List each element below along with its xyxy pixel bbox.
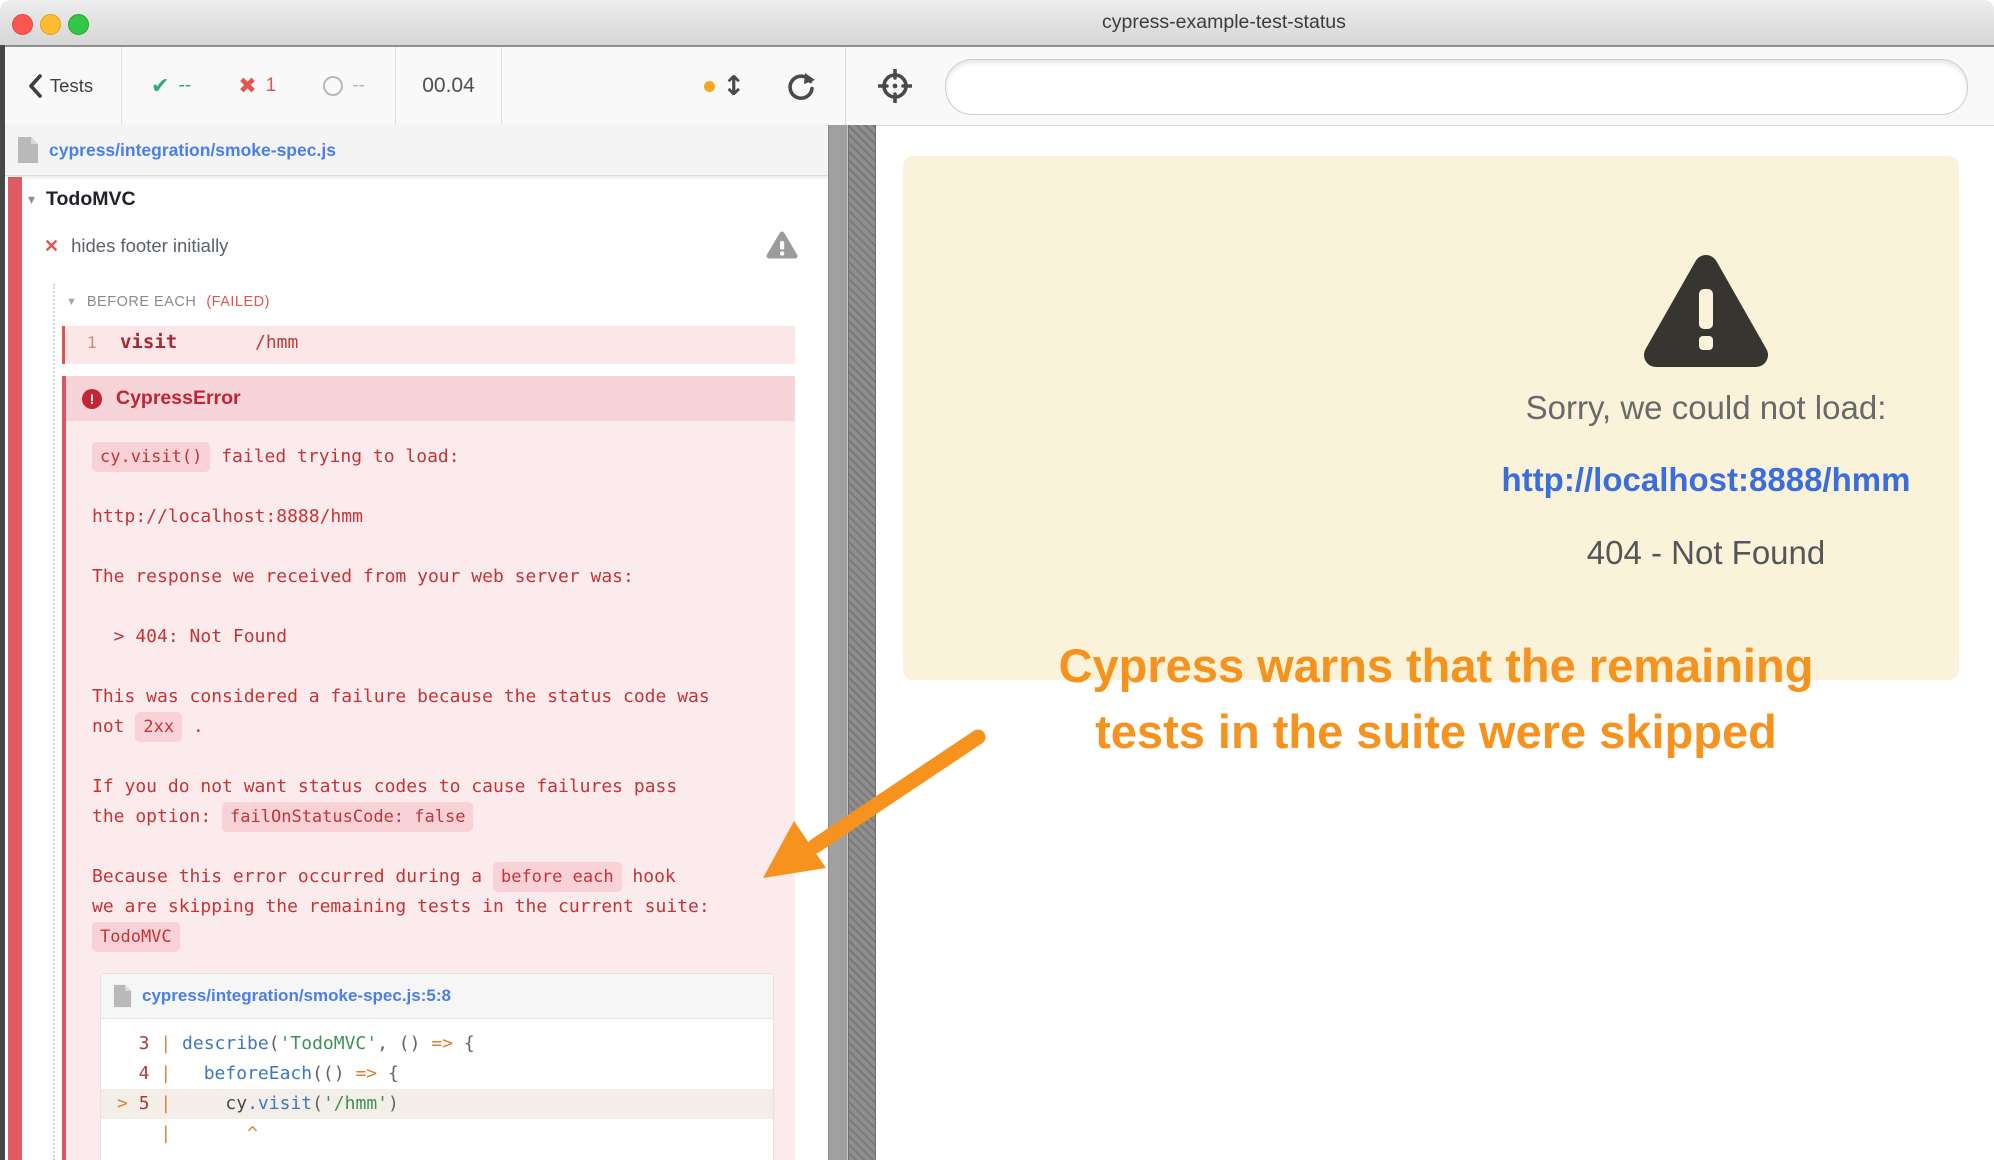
code-line: 3 | describe('TodoMVC', () => {: [101, 1029, 773, 1059]
command-message: /hmm: [255, 332, 298, 353]
hook-status: (FAILED): [206, 294, 270, 310]
warning-triangle-icon: [1640, 251, 1772, 373]
visit-failure-sorry-text: Sorry, we could not load:: [1206, 389, 1994, 427]
circle-icon: [323, 76, 343, 96]
test-failed-x-icon: ✕: [44, 236, 59, 257]
scroll-updown-icon: ↕: [722, 71, 745, 102]
test-stats: ✔ -- ✖ 1 --: [121, 47, 396, 125]
back-to-tests-button[interactable]: Tests: [0, 47, 122, 125]
error-header: ! CypressError: [62, 376, 795, 421]
error-paragraph: The response we received from your web s…: [92, 562, 775, 592]
error-paragraph: http://localhost:8888/hmm: [92, 502, 775, 532]
passed-count: --: [178, 75, 191, 97]
window-titlebar: cypress-example-test-status: [0, 0, 1994, 47]
hook-label: BEFORE EACH: [87, 294, 196, 310]
hook-hierarchy-line: [53, 284, 55, 1160]
error-title: CypressError: [116, 387, 241, 410]
reporter-scrollbar[interactable]: [828, 125, 848, 1160]
spec-file-header: cypress/integration/smoke-spec.js: [5, 125, 828, 176]
spec-file-link[interactable]: cypress/integration/smoke-spec.js: [49, 140, 336, 161]
file-icon: [17, 136, 39, 164]
check-icon: ✔: [151, 75, 169, 97]
aut-toolbar: [846, 47, 1994, 125]
inline-code-pill: 2xx: [135, 712, 182, 742]
code-frame-file-link[interactable]: cypress/integration/smoke-spec.js:5:8: [142, 986, 451, 1006]
panel-resize-handle[interactable]: [848, 125, 876, 1160]
window-left-edge: [0, 45, 5, 1160]
window-title: cypress-example-test-status: [1102, 11, 1346, 34]
http-status-text: 404 - Not Found: [1206, 534, 1994, 572]
zoom-window-button[interactable]: [68, 14, 89, 35]
error-paragraph: cy.visit() failed trying to load:: [92, 442, 775, 472]
file-icon: [113, 984, 132, 1008]
back-chevron-icon: [28, 74, 42, 98]
auto-scroll-indicator-dot: [704, 81, 715, 92]
command-name: visit: [120, 331, 177, 353]
error-paragraph: > 404: Not Found: [92, 622, 775, 652]
annotation-line-2: tests in the suite were skipped: [936, 699, 1936, 765]
error-paragraph: Because this error occurred during a bef…: [92, 862, 775, 952]
test-name: hides footer initially: [71, 235, 228, 257]
test-warning-icon: [766, 231, 798, 260]
before-each-hook-toggle[interactable]: ▼ BEFORE EACH (FAILED): [66, 294, 270, 310]
inline-code-pill: TodoMVC: [92, 922, 180, 952]
failed-test-row[interactable]: ✕ hides footer initially: [44, 235, 228, 257]
tests-button-label: Tests: [50, 75, 93, 97]
selector-playground-button[interactable]: [878, 69, 912, 103]
inline-code-pill: failOnStatusCode: false: [222, 802, 473, 832]
command-number: 1: [87, 333, 97, 352]
stat-failed: ✖ 1: [238, 75, 276, 97]
close-window-button[interactable]: [12, 14, 33, 35]
stat-passed: ✔ --: [151, 75, 191, 97]
x-icon: ✖: [238, 75, 256, 97]
pending-count: --: [352, 75, 365, 97]
annotation-line-1: Cypress warns that the remaining: [936, 633, 1936, 699]
test-duration: 00.04: [396, 47, 502, 125]
code-line: > 5 | cy.visit('/hmm'): [101, 1089, 773, 1119]
url-input[interactable]: [945, 59, 1968, 115]
cypress-app-window: cypress-example-test-status Tests ✔ -- ✖…: [0, 0, 1994, 1160]
code-line: 4 | beforeEach(() => {: [101, 1059, 773, 1089]
failed-suite-bar: [8, 177, 22, 1160]
auto-scroll-toggle[interactable]: ↕: [704, 71, 745, 102]
error-bang-icon: !: [82, 389, 102, 409]
visit-command-row[interactable]: 1 visit /hmm: [62, 326, 795, 364]
inline-code-pill: before each: [493, 862, 622, 892]
rerun-tests-button[interactable]: [783, 69, 817, 103]
failed-count: 1: [266, 75, 277, 97]
code-frame-header: cypress/integration/smoke-spec.js:5:8: [101, 974, 773, 1019]
hook-caret-icon: ▼: [66, 296, 77, 308]
error-paragraph: This was considered a failure because th…: [92, 682, 775, 742]
suite-row[interactable]: ▾ TodoMVC: [28, 188, 136, 211]
annotation-text: Cypress warns that the remaining tests i…: [936, 633, 1936, 765]
toolbar: Tests ✔ -- ✖ 1 -- 00.04 ↕: [0, 47, 1994, 126]
minimize-window-button[interactable]: [40, 14, 61, 35]
inline-code-pill: cy.visit(): [92, 442, 210, 472]
reporter-toolbar-right: ↕: [501, 47, 846, 125]
code-frame-body: 3 | describe('TodoMVC', () => { 4 | befo…: [101, 1019, 773, 1149]
code-frame: cypress/integration/smoke-spec.js:5:8 3 …: [100, 973, 774, 1160]
collapse-caret-icon: ▾: [28, 191, 35, 208]
stat-pending: --: [323, 75, 365, 97]
suite-name: TodoMVC: [46, 188, 136, 211]
failed-url-link[interactable]: http://localhost:8888/hmm: [1206, 461, 1994, 499]
code-line: | ^: [101, 1119, 773, 1149]
error-paragraph: If you do not want status codes to cause…: [92, 772, 775, 832]
